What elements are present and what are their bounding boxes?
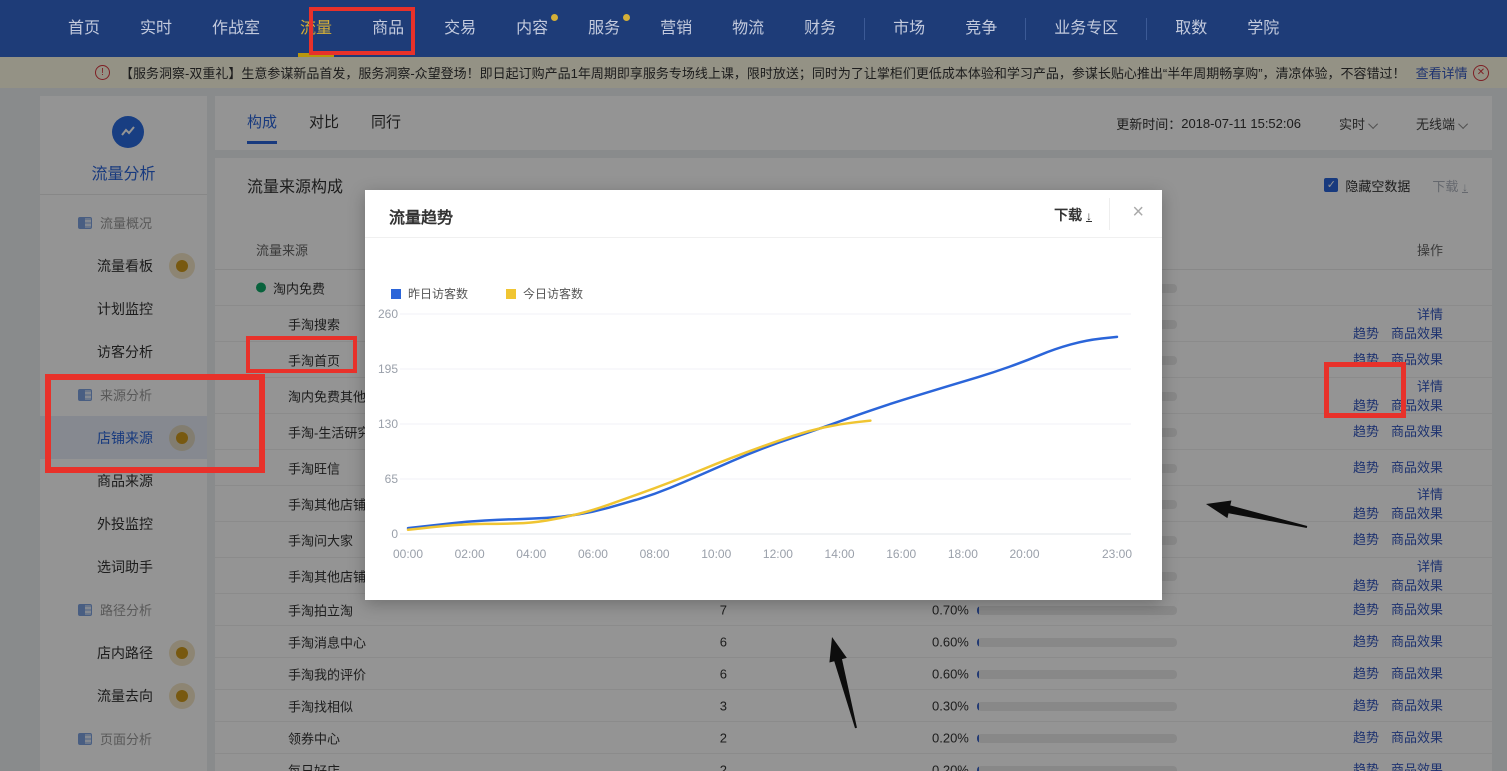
trend-line-chart: 0 65 130 195 260 00:00 02:00 04:00 06:00 08:00 10:… (365, 190, 1162, 600)
legend-swatch (391, 289, 401, 299)
nav-item-10[interactable]: 物流 (712, 0, 784, 57)
nav-divider (864, 18, 865, 40)
nav-item-14[interactable]: 业务专区 (1034, 0, 1138, 57)
nav-item-label: 物流 (732, 20, 764, 37)
nav-item-label: 作战室 (212, 20, 260, 37)
svg-text:20:00: 20:00 (1010, 547, 1040, 561)
svg-text:195: 195 (378, 362, 398, 376)
nav-item-label: 实时 (140, 20, 172, 37)
nav-item-label: 营销 (660, 20, 692, 37)
svg-text:06:00: 06:00 (578, 547, 608, 561)
nav-item-label: 业务专区 (1054, 20, 1118, 37)
nav-divider (1025, 18, 1026, 40)
nav-item-label: 商品 (372, 20, 404, 37)
nav-item-label: 学院 (1247, 20, 1279, 37)
svg-text:10:00: 10:00 (701, 547, 731, 561)
nav-item-label: 财务 (804, 20, 836, 37)
nav-item-label: 竞争 (965, 20, 997, 37)
nav-item-label: 首页 (68, 20, 100, 37)
svg-text:02:00: 02:00 (455, 547, 485, 561)
nav-divider (1146, 18, 1147, 40)
nav-item-label: 服务 (588, 20, 620, 37)
nav-item-label: 交易 (444, 20, 476, 37)
nav-item-3[interactable]: 作战室 (192, 0, 280, 57)
nav-item-label: 取数 (1175, 20, 1207, 37)
legend-swatch (506, 289, 516, 299)
legend-label: 今日访客数 (523, 285, 583, 302)
nav-item-8[interactable]: 服务 (568, 0, 640, 57)
svg-text:130: 130 (378, 417, 398, 431)
legend-item-1: 昨日访客数 (391, 285, 468, 302)
svg-text:04:00: 04:00 (516, 547, 546, 561)
nav-item-9[interactable]: 营销 (640, 0, 712, 57)
nav-item-1[interactable]: 首页 (48, 0, 120, 57)
svg-text:65: 65 (385, 472, 399, 486)
nav-item-15[interactable]: 取数 (1155, 0, 1227, 57)
nav-item-label: 流量 (300, 20, 332, 37)
notification-dot (551, 14, 558, 21)
svg-text:14:00: 14:00 (825, 547, 855, 561)
nav-item-11[interactable]: 财务 (784, 0, 856, 57)
nav-item-label: 内容 (516, 20, 548, 37)
nav-item-label: 市场 (893, 20, 925, 37)
legend-label: 昨日访客数 (408, 285, 468, 302)
nav-item-2[interactable]: 实时 (120, 0, 192, 57)
chart-legend: 昨日访客数 今日访客数 (391, 285, 621, 302)
svg-text:16:00: 16:00 (886, 547, 916, 561)
svg-text:23:00: 23:00 (1102, 547, 1132, 561)
nav-item-6[interactable]: 交易 (424, 0, 496, 57)
svg-text:12:00: 12:00 (763, 547, 793, 561)
svg-text:18:00: 18:00 (948, 547, 978, 561)
svg-text:260: 260 (378, 307, 398, 321)
nav-item-4[interactable]: 流量 (280, 0, 352, 57)
notification-dot (623, 14, 630, 21)
nav-item-16[interactable]: 学院 (1227, 0, 1299, 57)
today-visitors-line (408, 421, 870, 530)
legend-item-2: 今日访客数 (506, 285, 583, 302)
nav-item-12[interactable]: 市场 (873, 0, 945, 57)
svg-text:0: 0 (391, 527, 398, 541)
nav-item-13[interactable]: 竞争 (945, 0, 1017, 57)
trend-modal: 流量趋势 下载 ↓ × 昨日访客数今日访客数 06513019526000:00… (365, 190, 1162, 600)
svg-text:00:00: 00:00 (393, 547, 423, 561)
nav-item-5[interactable]: 商品 (352, 0, 424, 57)
top-nav: 首页 实时 作战室 流量 商品 交易 内容 服务 营销 物流 财务 市场 竞争 业务专区 取数 学院 (0, 0, 1507, 57)
yesterday-visitors-line (408, 337, 1117, 528)
svg-text:08:00: 08:00 (640, 547, 670, 561)
nav-item-7[interactable]: 内容 (496, 0, 568, 57)
